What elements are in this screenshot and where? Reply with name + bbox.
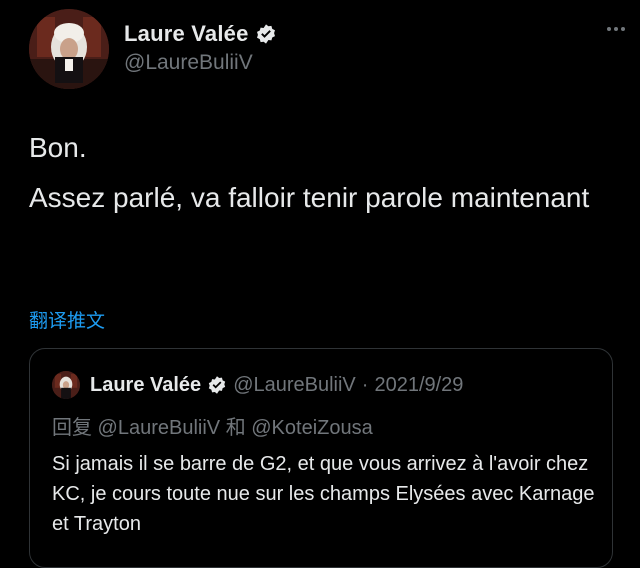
author-display-name[interactable]: Laure Valée — [124, 21, 249, 47]
author-avatar[interactable] — [29, 9, 109, 89]
quoted-reply-context: 回复 @LaureBuliiV 和 @KoteiZousa — [52, 417, 373, 439]
verified-badge-icon — [209, 376, 226, 394]
judge-wig-avatar-icon — [29, 9, 109, 89]
quoted-author-handle[interactable]: @LaureBuliiV — [233, 374, 356, 397]
author-name-row: Laure Valée — [124, 21, 277, 47]
quoted-tweet-date[interactable]: 2021/9/29 — [374, 374, 463, 397]
translate-tweet-link[interactable]: 翻译推文 — [29, 306, 105, 333]
quoted-tweet-card[interactable]: Laure Valée @LaureBuliiV · 2021/9/29 回复 … — [29, 348, 613, 568]
quoted-author-display-name[interactable]: Laure Valée — [90, 374, 201, 397]
dot-icon — [621, 27, 625, 31]
quoted-author-avatar[interactable] — [52, 371, 80, 399]
separator-dot: · — [361, 373, 369, 396]
quoted-tweet-header: Laure Valée @LaureBuliiV · 2021/9/29 — [52, 371, 463, 399]
tweet-text-line-2: Assez parlé, va falloir tenir parole mai… — [29, 182, 590, 213]
dot-icon — [607, 27, 611, 31]
judge-wig-avatar-icon — [52, 371, 80, 399]
quoted-tweet-text: Si jamais il se barre de G2, et que vous… — [52, 453, 595, 535]
tweet-header: Laure Valée @LaureBuliiV — [29, 9, 629, 89]
ellipsis-icon[interactable] — [607, 25, 629, 33]
verified-badge-icon — [256, 24, 275, 44]
tweet-body: Bon. Assez parlé, va falloir tenir parol… — [29, 128, 609, 218]
dot-icon — [614, 27, 618, 31]
tweet-text-line-1: Bon. — [29, 132, 87, 163]
author-handle[interactable]: @LaureBuliiV — [124, 51, 253, 75]
